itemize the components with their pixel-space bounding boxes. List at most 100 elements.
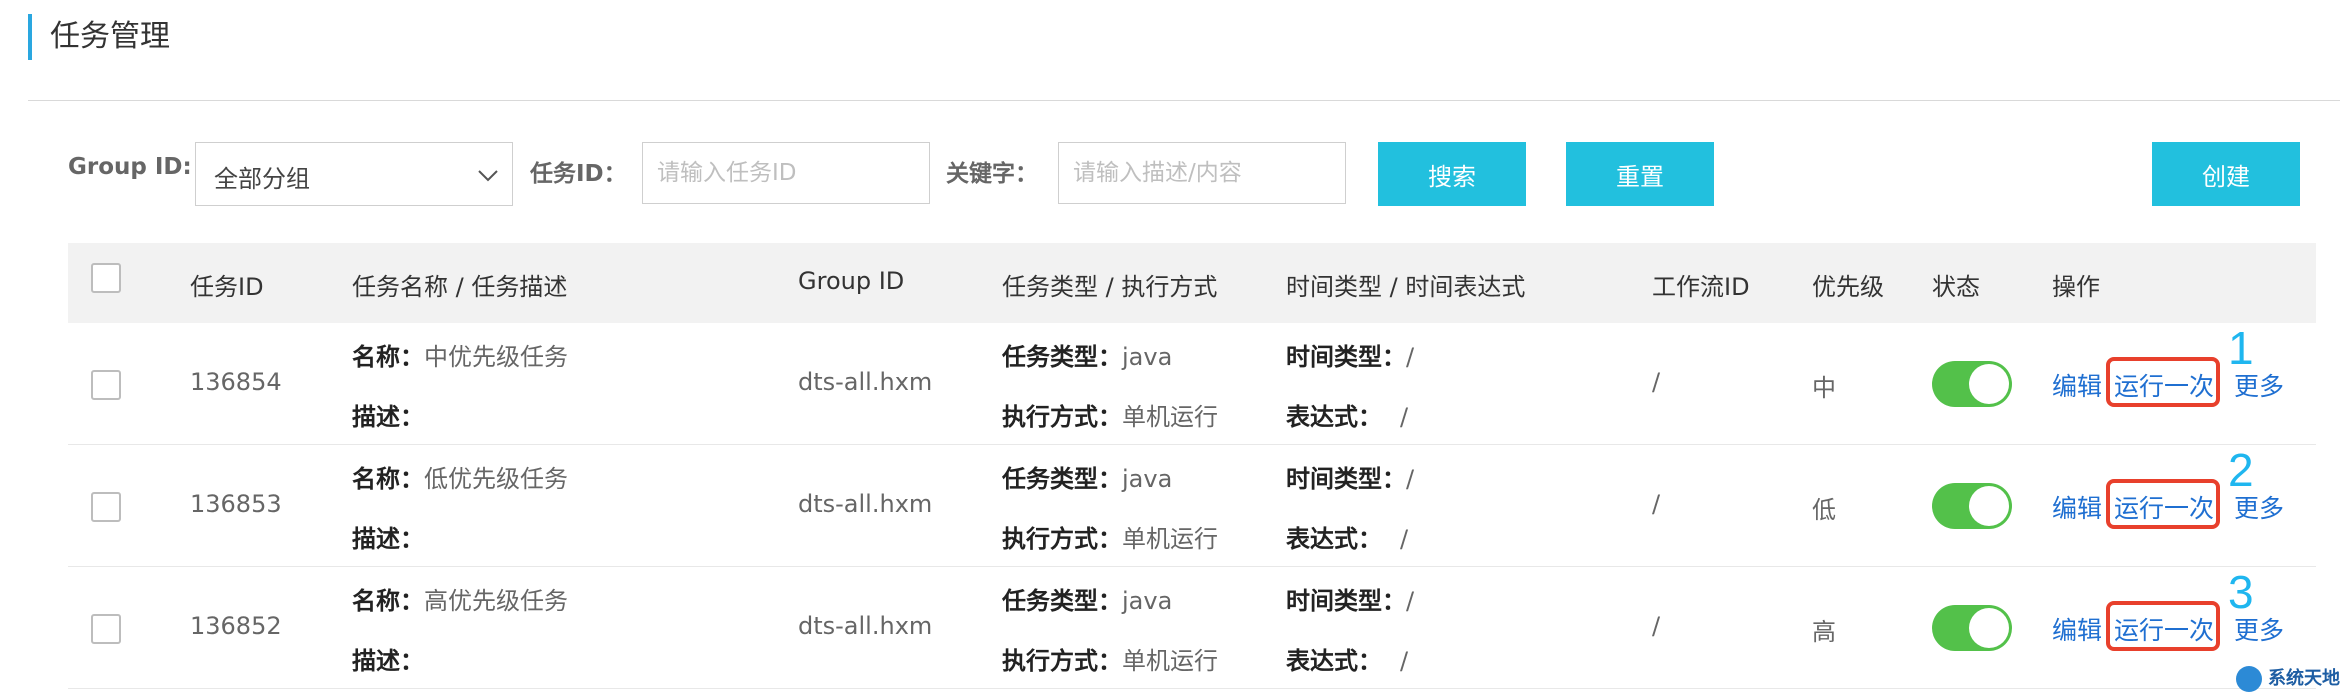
exec-mode: 执行方式：单机运行	[1002, 641, 1218, 676]
create-button[interactable]: 创建	[2152, 142, 2300, 206]
annotation-number: 2	[2228, 444, 2254, 496]
header-task-id: 任务ID	[190, 273, 264, 301]
name-value: 低优先级任务	[424, 465, 568, 493]
expression-key: 表达式：	[1286, 647, 1382, 675]
header-group-id: Group ID	[798, 267, 905, 295]
exec-mode-key: 执行方式：	[1002, 525, 1122, 553]
exec-mode-value: 单机运行	[1122, 403, 1218, 431]
task-id: 136854	[190, 368, 282, 396]
status-toggle[interactable]	[1932, 483, 2012, 529]
group-id: dts-all.hxm	[798, 612, 933, 640]
exec-mode-value: 单机运行	[1122, 525, 1218, 553]
group-id: dts-all.hxm	[798, 368, 933, 396]
desc-key: 描述：	[352, 647, 424, 675]
task-desc: 描述：	[352, 397, 424, 432]
name-key: 名称：	[352, 587, 424, 615]
desc-key: 描述：	[352, 525, 424, 553]
time-type-value: /	[1406, 587, 1415, 615]
search-button[interactable]: 搜索	[1378, 142, 1526, 206]
annotation-number: 3	[2228, 566, 2254, 618]
edit-link[interactable]: 编辑	[2052, 367, 2102, 403]
keyword-label: 关键字：	[946, 161, 1038, 187]
expression-key: 表达式：	[1286, 403, 1382, 431]
table-row: 136854 名称：中优先级任务 描述： dts-all.hxm 任务类型：ja…	[68, 322, 2316, 445]
name-key: 名称：	[352, 465, 424, 493]
task-type: 任务类型：java	[1002, 459, 1172, 494]
edit-link[interactable]: 编辑	[2052, 611, 2102, 647]
task-id-input[interactable]	[642, 142, 930, 204]
reset-button[interactable]: 重置	[1566, 142, 1714, 206]
task-name: 名称：中优先级任务	[352, 337, 568, 372]
task-id: 136852	[190, 612, 282, 640]
task-type-key: 任务类型：	[1002, 587, 1122, 615]
time-type-key: 时间类型：	[1286, 465, 1406, 493]
watermark-logo-icon	[2236, 666, 2262, 692]
run-once-link[interactable]: 运行一次	[2114, 489, 2214, 525]
time-type-key: 时间类型：	[1286, 343, 1406, 371]
workflow-id: /	[1652, 490, 1661, 518]
task-type-key: 任务类型：	[1002, 465, 1122, 493]
time-type: 时间类型：/	[1286, 459, 1414, 494]
exec-mode: 执行方式：单机运行	[1002, 397, 1218, 432]
header-task-name: 任务名称 / 任务描述	[352, 273, 568, 301]
task-name: 名称：低优先级任务	[352, 459, 568, 494]
header-time-type: 时间类型 / 时间表达式	[1286, 273, 1526, 301]
header-divider	[28, 100, 2340, 101]
table-row: 136852 名称：高优先级任务 描述： dts-all.hxm 任务类型：ja…	[68, 566, 2316, 689]
task-id: 136853	[190, 490, 282, 518]
task-id-label: 任务ID：	[530, 161, 627, 187]
run-once-link[interactable]: 运行一次	[2114, 367, 2214, 403]
header-workflow-id: 工作流ID	[1652, 273, 1750, 301]
group-select-value: 全部分组	[214, 165, 310, 193]
desc-key: 描述：	[352, 403, 424, 431]
exec-mode-key: 执行方式：	[1002, 647, 1122, 675]
table-header: 任务ID 任务名称 / 任务描述 Group ID 任务类型 / 执行方式 时间…	[68, 243, 2316, 323]
task-type-value: java	[1122, 343, 1173, 371]
group-select[interactable]: 全部分组	[195, 142, 513, 206]
status-toggle[interactable]	[1932, 361, 2012, 407]
task-desc: 描述：	[352, 641, 424, 676]
toggle-knob	[1969, 486, 2009, 526]
expression-value: /	[1400, 647, 1409, 675]
header-priority: 优先级	[1812, 273, 1884, 301]
edit-link[interactable]: 编辑	[2052, 489, 2102, 525]
row-checkbox[interactable]	[91, 614, 121, 644]
select-all-checkbox[interactable]	[91, 263, 121, 293]
task-type-value: java	[1122, 587, 1173, 615]
workflow-id: /	[1652, 368, 1661, 396]
group-id: dts-all.hxm	[798, 490, 933, 518]
time-type-value: /	[1406, 343, 1415, 371]
time-type-value: /	[1406, 465, 1415, 493]
task-type-value: java	[1122, 465, 1173, 493]
row-checkbox[interactable]	[91, 492, 121, 522]
expression-key: 表达式：	[1286, 525, 1382, 553]
group-id-label: Group ID:	[68, 154, 192, 180]
keyword-input[interactable]	[1058, 142, 1346, 204]
expression-value: /	[1400, 525, 1409, 553]
name-value: 高优先级任务	[424, 587, 568, 615]
exec-mode: 执行方式：单机运行	[1002, 519, 1218, 554]
annotation-number: 1	[2228, 322, 2254, 374]
table-row: 136853 名称：低优先级任务 描述： dts-all.hxm 任务类型：ja…	[68, 444, 2316, 567]
task-type: 任务类型：java	[1002, 581, 1172, 616]
task-table: 任务ID 任务名称 / 任务描述 Group ID 任务类型 / 执行方式 时间…	[68, 243, 2316, 689]
time-expression: 表达式： /	[1286, 641, 1408, 676]
row-checkbox[interactable]	[91, 370, 121, 400]
toggle-knob	[1969, 608, 2009, 648]
header-status: 状态	[1932, 273, 1980, 301]
time-type-key: 时间类型：	[1286, 587, 1406, 615]
chevron-down-icon	[478, 170, 498, 182]
priority: 低	[1812, 496, 1836, 524]
header-actions: 操作	[2052, 273, 2100, 301]
priority: 中	[1812, 374, 1836, 402]
header-task-type: 任务类型 / 执行方式	[1002, 273, 1218, 301]
name-key: 名称：	[352, 343, 424, 371]
name-value: 中优先级任务	[424, 343, 568, 371]
task-type: 任务类型：java	[1002, 337, 1172, 372]
run-once-link[interactable]: 运行一次	[2114, 611, 2214, 647]
status-toggle[interactable]	[1932, 605, 2012, 651]
time-type: 时间类型：/	[1286, 581, 1414, 616]
page-header: 任务管理	[28, 14, 170, 60]
priority: 高	[1812, 618, 1836, 646]
page-title: 任务管理	[50, 19, 170, 54]
